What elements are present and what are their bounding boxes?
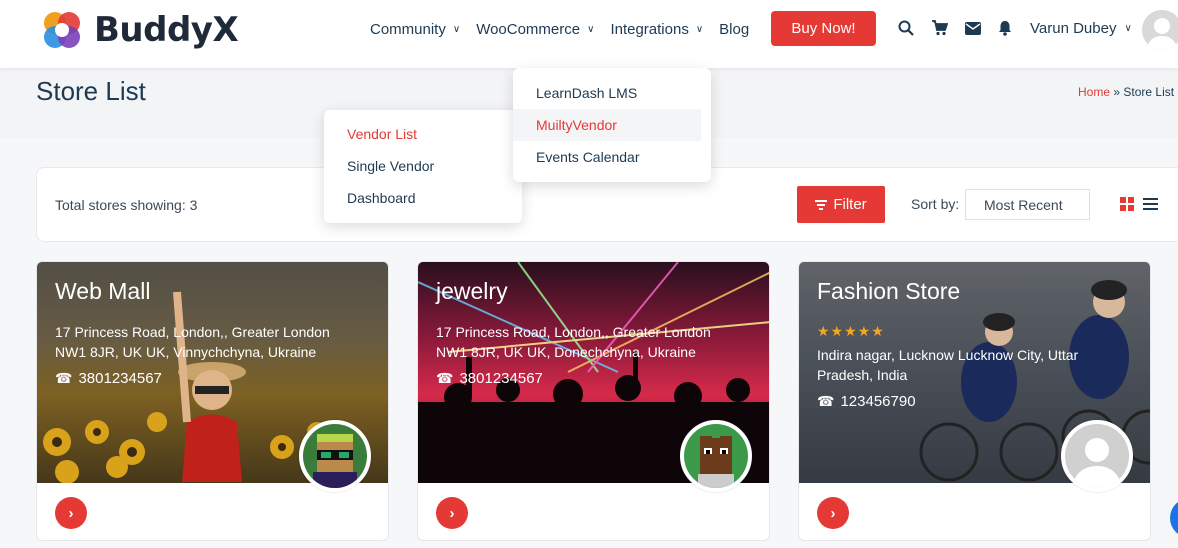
breadcrumb: Home » Store List: [1078, 85, 1174, 99]
store-address: 17 Princess Road, London,, Greater Londo…: [436, 324, 711, 360]
store-card: Web Mall 17 Princess Road, London,, Grea…: [36, 261, 389, 541]
nav-integrations[interactable]: Integrations ∨: [610, 21, 703, 38]
phone-icon: ☎: [55, 370, 73, 386]
nav-woocommerce[interactable]: WooCommerce ∨: [476, 21, 594, 38]
sort-label: Sort by:: [911, 196, 960, 212]
page-title: Store List: [36, 76, 146, 106]
chevron-down-icon: ∨: [695, 23, 704, 35]
bell-icon[interactable]: [996, 19, 1014, 37]
nav-woocommerce-label: WooCommerce: [476, 20, 581, 38]
nav-blog-label: Blog: [719, 20, 750, 38]
brand-name: BuddyX: [94, 10, 239, 50]
grid-view-icon[interactable]: [1120, 197, 1134, 211]
nav-community-label: Community: [370, 20, 446, 38]
store-avatar[interactable]: [680, 420, 752, 492]
menu-item-multivendor[interactable]: MuiltyVendor: [513, 109, 701, 141]
store-name[interactable]: jewelry: [436, 278, 508, 305]
store-phone-number: 3801234567: [78, 370, 162, 387]
store-rating-stars: ★★★★★: [817, 323, 885, 339]
filter-icon: [815, 198, 828, 212]
nav-integrations-label: Integrations: [610, 20, 689, 38]
menu-item-vendor-list[interactable]: Vendor List: [324, 118, 522, 150]
store-name[interactable]: Web Mall: [55, 278, 150, 305]
buy-now-button[interactable]: Buy Now!: [771, 11, 876, 46]
phone-icon: ☎: [436, 370, 454, 386]
phone-icon: ☎: [817, 393, 835, 409]
store-address: 17 Princess Road, London,, Greater Londo…: [55, 324, 330, 360]
user-menu[interactable]: Varun Dubey ∨: [1030, 20, 1132, 37]
user-avatar[interactable]: [1142, 10, 1178, 50]
store-phone: ☎ 123456790: [817, 393, 916, 410]
menu-item-learndash[interactable]: LearnDash LMS: [513, 77, 711, 109]
store-card: jewelry 17 Princess Road, London,, Great…: [417, 261, 770, 541]
menu-item-dashboard[interactable]: Dashboard: [324, 182, 522, 214]
nav-community[interactable]: Community ∨: [370, 21, 460, 38]
list-view-icon[interactable]: [1143, 198, 1158, 210]
filter-button[interactable]: Filter: [797, 186, 885, 223]
site-header: BuddyX Community ∨ WooCommerce ∨ Integrati…: [0, 0, 1178, 68]
search-icon[interactable]: [897, 19, 915, 37]
chevron-down-icon: ∨: [1124, 23, 1132, 34]
breadcrumb-home-link[interactable]: Home: [1078, 85, 1110, 99]
breadcrumb-current: Store List: [1123, 85, 1175, 99]
store-phone-number: 3801234567: [459, 370, 543, 387]
buddyx-logo-icon: [38, 6, 86, 54]
visit-store-button[interactable]: ›: [436, 497, 468, 529]
store-address: Indira nagar, Lucknow Lucknow City, Utta…: [817, 347, 1079, 383]
store-avatar[interactable]: [1061, 420, 1133, 492]
visit-store-button[interactable]: ›: [55, 497, 87, 529]
woocommerce-dropdown-menu: Vendor List Single Vendor Dashboard: [324, 110, 522, 223]
total-stores-label: Total stores showing: 3: [55, 197, 198, 213]
store-name[interactable]: Fashion Store: [817, 278, 960, 305]
chat-launcher-button[interactable]: [1170, 498, 1178, 538]
chevron-down-icon: ∨: [587, 23, 595, 35]
visit-store-button[interactable]: ›: [817, 497, 849, 529]
store-phone: ☎ 3801234567: [436, 370, 543, 387]
store-phone: ☎ 3801234567: [55, 370, 162, 387]
breadcrumb-separator: »: [1113, 85, 1121, 99]
sort-select[interactable]: Most Recent: [965, 189, 1090, 220]
main-nav: Community ∨ WooCommerce ∨ Integrations ∨ Bl…: [370, 0, 765, 58]
site-logo[interactable]: BuddyX: [38, 6, 239, 54]
chevron-down-icon: ∨: [452, 23, 461, 35]
menu-item-events-calendar[interactable]: Events Calendar: [513, 141, 711, 173]
cart-icon[interactable]: [930, 19, 948, 37]
user-name-label: Varun Dubey: [1030, 20, 1117, 37]
mail-icon[interactable]: [964, 19, 982, 37]
filter-button-label: Filter: [833, 196, 867, 213]
store-phone-number: 123456790: [840, 393, 916, 410]
nav-blog[interactable]: Blog: [719, 21, 749, 38]
store-avatar[interactable]: [299, 420, 371, 492]
store-card: Fashion Store ★★★★★ Indira nagar, Luckno…: [798, 261, 1151, 541]
integrations-dropdown-menu: LearnDash LMS MuiltyVendor Events Calend…: [513, 68, 711, 182]
menu-item-single-vendor[interactable]: Single Vendor: [324, 150, 522, 182]
